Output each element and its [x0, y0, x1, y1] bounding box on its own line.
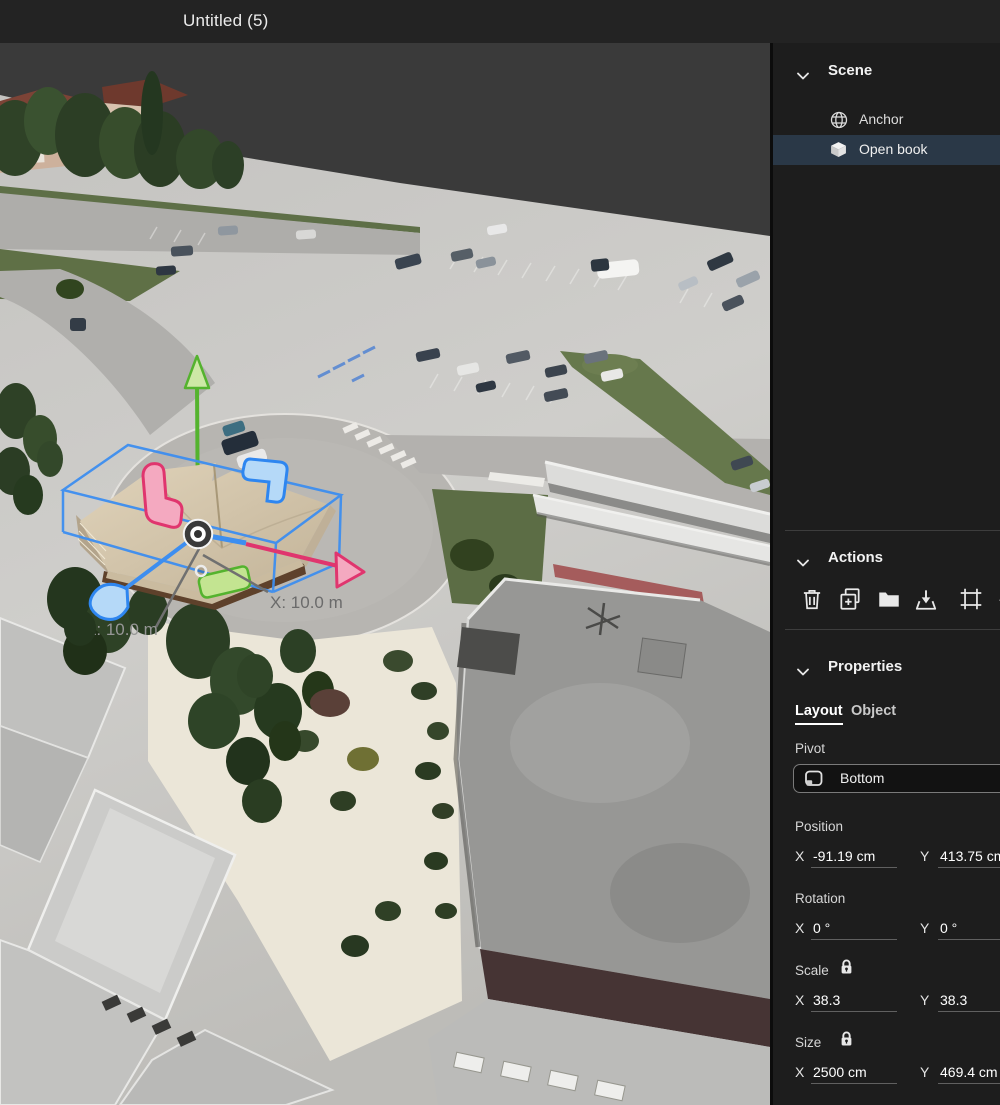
scale-x-input[interactable]: 38.3: [811, 990, 897, 1012]
aero-app-window: { "titlebar": { "title": "Untitled (5)" …: [0, 0, 1000, 1105]
scene-section-header[interactable]: Scene: [773, 61, 1000, 85]
globe-icon: [830, 111, 848, 134]
duplicate-icon[interactable]: [837, 586, 863, 612]
tab-layout[interactable]: Layout: [795, 703, 843, 725]
scale-fields: X 38.3 Y 38.3: [795, 990, 1000, 1016]
position-y-input[interactable]: 413.75 cm: [938, 846, 1000, 868]
y-axis-label: Y: [920, 1064, 929, 1080]
chevron-down-icon[interactable]: [797, 663, 809, 681]
folder-icon[interactable]: [876, 586, 902, 612]
x-axis-label: X: [795, 1064, 804, 1080]
position-label: Position: [795, 819, 843, 834]
section-divider: [785, 530, 1000, 531]
x-axis-label: X: [795, 848, 804, 864]
frame-icon[interactable]: [958, 586, 984, 612]
tree-over-label: [64, 610, 96, 646]
titlebar: Untitled (5): [0, 0, 1000, 43]
size-y-input[interactable]: 469.4 cm: [938, 1062, 1000, 1084]
position-x-input[interactable]: -91.19 cm: [811, 846, 897, 868]
rotation-y-input[interactable]: 0 °: [938, 918, 1000, 940]
scene-item-label: Anchor: [859, 111, 903, 127]
document-title: Untitled (5): [183, 11, 269, 31]
x-axis-label: X: [795, 992, 804, 1008]
size-label: Size: [795, 1035, 821, 1050]
pivot-reticle[interactable]: [184, 520, 212, 548]
scene-item-open-book[interactable]: Open book: [773, 135, 1000, 165]
scene-item-label: Open book: [859, 141, 928, 157]
properties-section-header[interactable]: Properties: [773, 657, 1000, 681]
size-fields: X 2500 cm Y 469.4 cm: [795, 1062, 1000, 1088]
x-axis-label: X: [795, 920, 804, 936]
measure-z-label: Z: 10.0 m: [86, 620, 158, 639]
measure-x-label: X: 10.0 m: [270, 593, 343, 612]
tab-object[interactable]: Object: [851, 703, 896, 723]
actions-section-header[interactable]: Actions: [773, 548, 1000, 572]
size-x-input[interactable]: 2500 cm: [811, 1062, 897, 1084]
right-panel: Scene Anchor Open book Actions: [770, 43, 1000, 1105]
scene-item-anchor[interactable]: Anchor: [773, 105, 1000, 135]
pivot-bottom-icon: [804, 770, 824, 793]
y-axis-label: Y: [920, 992, 929, 1008]
lock-icon[interactable]: [839, 1030, 854, 1052]
pivot-value: Bottom: [840, 770, 884, 786]
rotation-x-input[interactable]: 0 °: [811, 918, 897, 940]
y-axis-label: Y: [920, 920, 929, 936]
chevron-down-icon[interactable]: [797, 554, 809, 572]
y-axis-label: Y: [920, 848, 929, 864]
lock-icon[interactable]: [839, 958, 854, 980]
position-fields: X -91.19 cm Y 413.75 cm: [795, 846, 1000, 872]
scene-header-label: Scene: [828, 62, 872, 79]
actions-header-label: Actions: [828, 549, 883, 566]
chevron-down-icon[interactable]: [797, 67, 809, 85]
pivot-label: Pivot: [795, 741, 825, 756]
rotation-label: Rotation: [795, 891, 845, 906]
section-divider: [785, 629, 1000, 630]
rotation-fields: X 0 ° Y 0 °: [795, 918, 1000, 944]
import-icon[interactable]: [913, 586, 939, 612]
pivot-dropdown[interactable]: Bottom: [793, 764, 1000, 793]
scale-y-input[interactable]: 38.3: [938, 990, 1000, 1012]
scale-label: Scale: [795, 963, 829, 978]
delete-icon[interactable]: [799, 586, 825, 612]
cube-icon: [830, 141, 847, 163]
properties-header-label: Properties: [828, 658, 902, 675]
viewport-3d[interactable]: X: 10.0 m Z: 10.0 m: [0, 43, 770, 1105]
